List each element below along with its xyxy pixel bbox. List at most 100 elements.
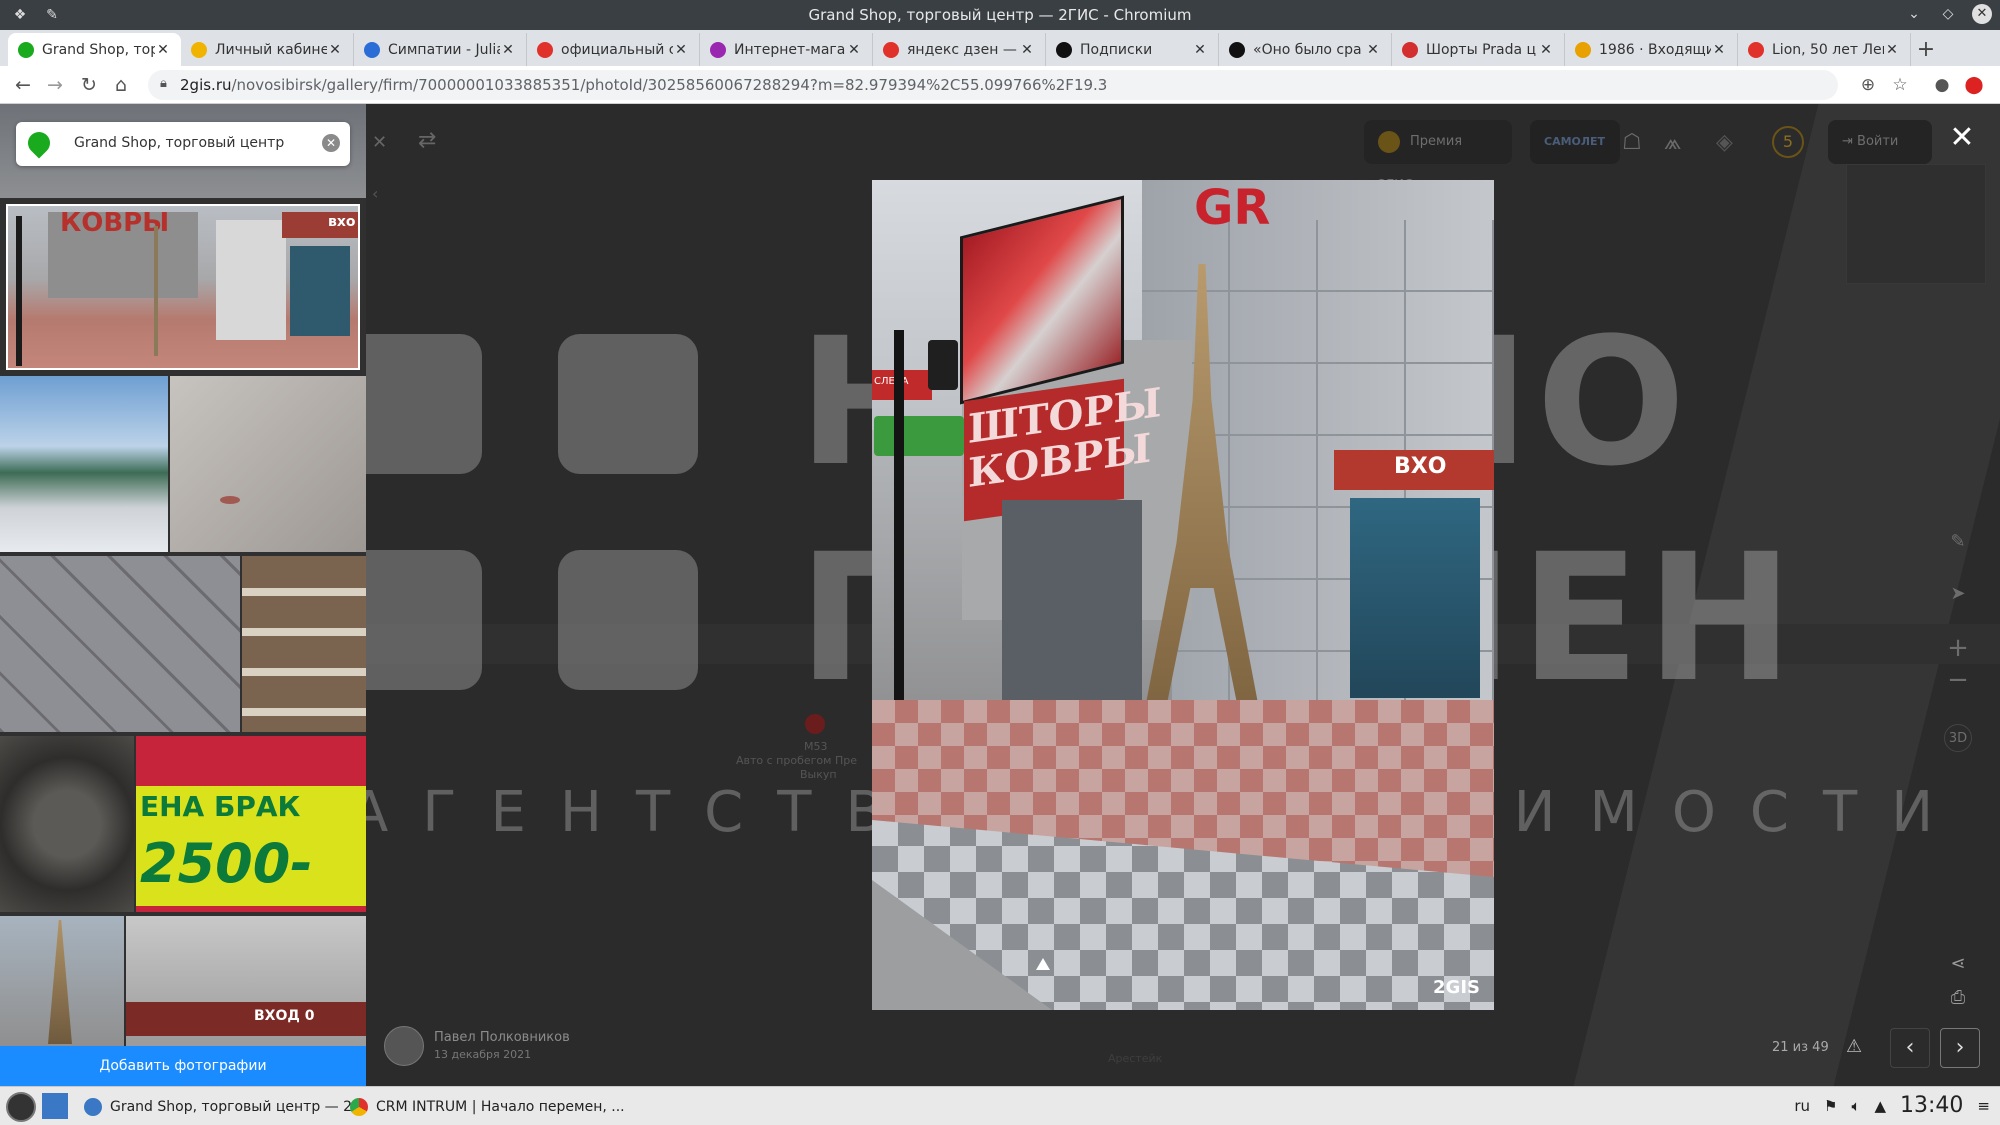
print-icon[interactable]: ⎙ xyxy=(1944,984,1972,1012)
tray-expand-icon[interactable]: ▲ xyxy=(1874,1097,1886,1115)
tab-5[interactable]: яндекс дзен — Я ✕ xyxy=(873,33,1046,66)
tab-favicon-icon xyxy=(1575,41,1591,58)
address-bar[interactable]: 🔒︎ 2gis.ru/novosibirsk/gallery/firm/7000… xyxy=(148,70,1838,100)
minimize-icon[interactable]: ⌄ xyxy=(1904,4,1924,24)
home-icon[interactable]: ⌂ xyxy=(108,72,134,98)
add-photo-button[interactable]: Добавить фотографии xyxy=(0,1046,366,1086)
gallery-thumb-selected[interactable]: КОВРЫ вхо xyxy=(6,204,360,370)
collapse-panel-icon[interactable]: ‹ xyxy=(372,184,378,203)
menu-icon[interactable]: ≡ xyxy=(1977,1097,1990,1115)
poi-sub: Выкуп xyxy=(800,768,837,781)
tab-8[interactable]: Шорты Prada ц ✕ xyxy=(1392,33,1565,66)
tab-favicon-icon xyxy=(1402,41,1418,58)
prev-photo-button[interactable]: ‹ xyxy=(1890,1028,1930,1068)
gallery-thumb[interactable]: ЕНА БРАК 2500- xyxy=(136,736,366,912)
panel-close-icon[interactable]: ✕ xyxy=(372,132,387,153)
tab-close-icon[interactable]: ✕ xyxy=(155,42,171,58)
tab-favicon-icon xyxy=(1229,41,1245,58)
samolet-ad[interactable]: САМОЛЕТ xyxy=(1530,120,1620,164)
tab-7[interactable]: «Оно было сра ✕ xyxy=(1219,33,1392,66)
gallery-thumb[interactable] xyxy=(0,556,240,732)
taskbar-task[interactable]: CRM INTRUM | Начало перемен, ... xyxy=(342,1091,633,1122)
zoom-icon[interactable]: ⊕ xyxy=(1856,73,1880,97)
clear-search-icon[interactable]: ✕ xyxy=(322,134,340,152)
tab-close-icon[interactable]: ✕ xyxy=(1019,42,1035,58)
tab-favicon-icon xyxy=(883,41,899,58)
layers-icon[interactable]: ◈ xyxy=(1716,130,1733,155)
locate-icon[interactable]: ➤ xyxy=(1944,580,1972,608)
lock-icon[interactable]: 🔒︎ xyxy=(160,76,167,91)
tab-close-icon[interactable]: ✕ xyxy=(1884,42,1900,58)
notifications-badge[interactable]: 5 xyxy=(1772,126,1804,158)
premium-button[interactable]: Премия 2ГИС xyxy=(1364,120,1512,193)
profile-icon[interactable]: ● xyxy=(1930,73,1954,97)
tab-close-icon[interactable]: ✕ xyxy=(1365,42,1381,58)
traffic-icon[interactable]: ⩕ xyxy=(1664,130,1681,155)
tab-close-icon[interactable]: ✕ xyxy=(1538,42,1554,58)
3d-icon[interactable]: 3D xyxy=(1944,724,1972,752)
tab-close-icon[interactable]: ✕ xyxy=(1192,42,1208,58)
gallery-main-photo[interactable]: GR ШТОРЫ КОВРЫ СЛЕБА ВХО 2GIS xyxy=(872,180,1494,1010)
reload-icon[interactable]: ↻ xyxy=(76,72,102,98)
bookmark-star-icon[interactable]: ☆ xyxy=(1888,73,1912,97)
zoom-out-icon[interactable]: − xyxy=(1944,666,1972,694)
tab-close-icon[interactable]: ✕ xyxy=(673,42,689,58)
window-close-icon[interactable]: ✕ xyxy=(1972,4,1992,24)
gallery-thumb[interactable] xyxy=(0,736,134,912)
login-button[interactable]: ⇥ Войти xyxy=(1828,120,1932,164)
tab-0[interactable]: Grand Shop, тор ✕ xyxy=(8,33,181,66)
photo-sign-entrance: ВХО xyxy=(1394,454,1447,479)
taskbar-task-label: Grand Shop, торговый центр — 2... xyxy=(110,1098,366,1115)
tab-2[interactable]: Симпатии - Julia ✕ xyxy=(354,33,527,66)
parking-icon[interactable]: ☖ xyxy=(1622,130,1642,155)
forward-icon[interactable]: → xyxy=(42,72,68,98)
share-icon[interactable]: ⋖ xyxy=(1944,950,1972,978)
extension-icon[interactable]: ⬤ xyxy=(1962,73,1986,97)
new-tab-icon[interactable]: + xyxy=(1911,33,1941,66)
tab-close-icon[interactable]: ✕ xyxy=(500,42,516,58)
premium-icon xyxy=(1378,130,1400,153)
taskbar-task-label: CRM INTRUM | Начало перемен, ... xyxy=(376,1098,625,1115)
tab-1[interactable]: Личный кабинет ✕ xyxy=(181,33,354,66)
tab-favicon-icon xyxy=(710,41,726,58)
taskbar-task[interactable]: Grand Shop, торговый центр — 2... xyxy=(76,1091,373,1122)
tab-9[interactable]: 1986 · Входящие ✕ xyxy=(1565,33,1738,66)
clock[interactable]: 13:40 xyxy=(1900,1093,1963,1118)
tab-3[interactable]: официальный с ✕ xyxy=(527,33,700,66)
tab-close-icon[interactable]: ✕ xyxy=(327,42,343,58)
ruler-icon[interactable]: ✎ xyxy=(1944,528,1972,556)
window-title-bar: ❖ ✎ Grand Shop, торговый центр — 2ГИС - … xyxy=(0,0,2000,30)
url-path: /novosibirsk/gallery/firm/70000001033885… xyxy=(231,76,1108,94)
author-name[interactable]: Павел Полковников xyxy=(434,1030,570,1045)
address-url[interactable]: 2gis.ru/novosibirsk/gallery/firm/7000000… xyxy=(180,76,1107,94)
route-icon[interactable]: ⇄ xyxy=(418,128,436,153)
start-menu-icon[interactable] xyxy=(6,1092,36,1122)
search-card[interactable]: Grand Shop, торговый центр ✕ xyxy=(16,122,350,166)
gallery-thumb[interactable] xyxy=(0,916,124,1046)
thumb-text-vkh: вхо xyxy=(328,214,356,230)
tab-10[interactable]: Lion, 50 лет Лев ✕ xyxy=(1738,33,1911,66)
keyboard-layout[interactable]: ru xyxy=(1794,1097,1810,1115)
tab-6[interactable]: Подписки ✕ xyxy=(1046,33,1219,66)
gallery-thumb[interactable] xyxy=(0,376,168,552)
volume-icon[interactable]: 🔈︎ xyxy=(1851,1097,1860,1115)
tab-4[interactable]: Интернет-магаз ✕ xyxy=(700,33,873,66)
report-warning-icon[interactable]: ⚠ xyxy=(1846,1036,1862,1057)
back-icon[interactable]: ← xyxy=(10,72,36,98)
gallery-thumb[interactable] xyxy=(170,376,366,552)
tab-close-icon[interactable]: ✕ xyxy=(1711,42,1727,58)
photo-date: 13 декабря 2021 xyxy=(434,1048,532,1061)
gallery-thumb[interactable]: ВХОД 0 xyxy=(126,916,366,1046)
network-icon[interactable]: ⚑ xyxy=(1824,1097,1837,1115)
show-desktop-icon[interactable] xyxy=(42,1093,68,1119)
zoom-in-icon[interactable]: + xyxy=(1944,634,1972,662)
author-avatar[interactable] xyxy=(384,1026,424,1066)
tab-label: Lion, 50 лет Лев xyxy=(1772,41,1884,58)
gallery-thumb[interactable] xyxy=(242,556,366,732)
next-photo-button[interactable]: › xyxy=(1940,1028,1980,1068)
maximize-icon[interactable]: ◇ xyxy=(1938,4,1958,24)
chromium-icon xyxy=(350,1097,368,1116)
tab-close-icon[interactable]: ✕ xyxy=(846,42,862,58)
poi-marker-icon[interactable] xyxy=(805,714,825,734)
close-viewer-icon[interactable]: ✕ xyxy=(1944,120,1980,156)
